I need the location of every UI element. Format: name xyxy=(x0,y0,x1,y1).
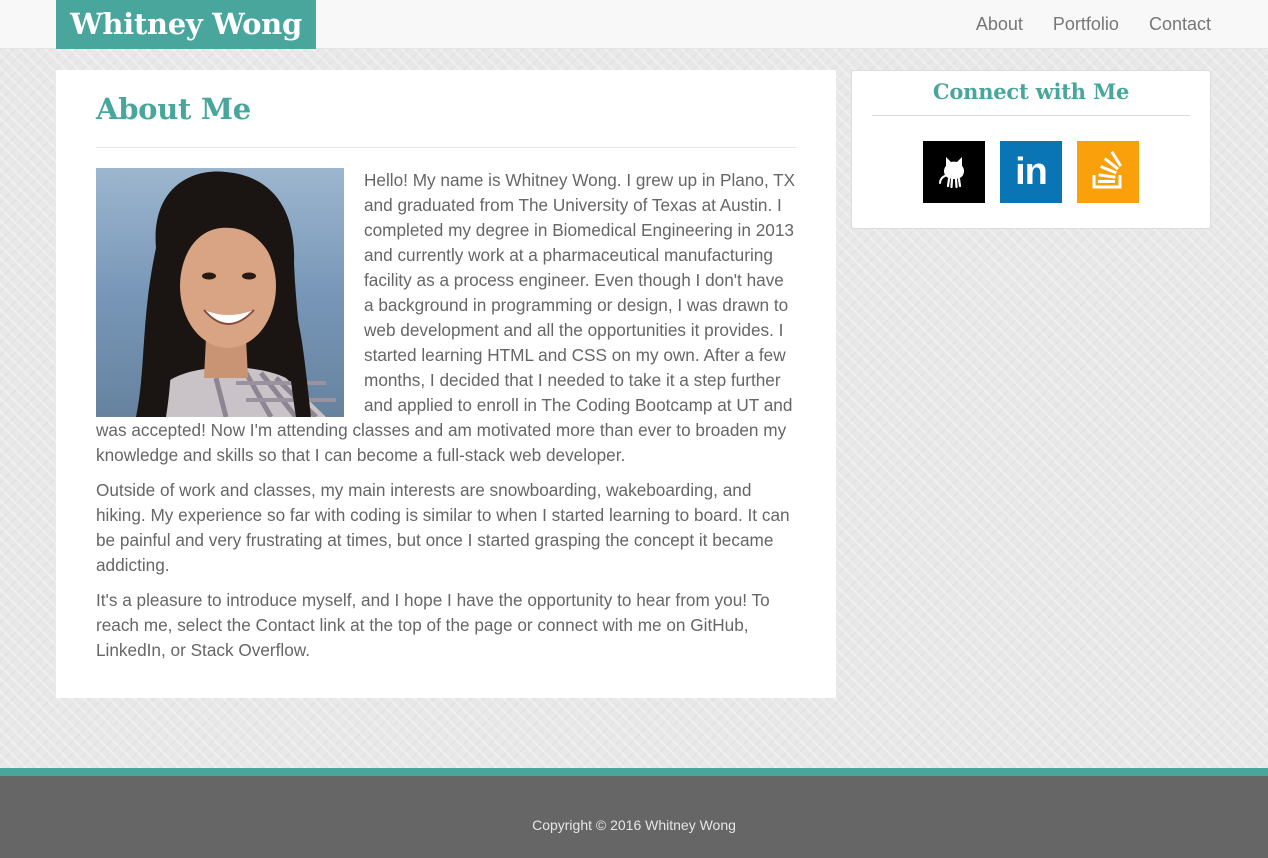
profile-photo xyxy=(96,168,344,417)
social-links: in xyxy=(923,141,1139,203)
about-paragraph-2: Outside of work and classes, my main int… xyxy=(96,480,790,575)
linkedin-link[interactable]: in xyxy=(1000,141,1062,203)
linkedin-icon: in xyxy=(1015,151,1048,193)
page-title: About Me xyxy=(96,92,251,126)
footer: Copyright © 2016 Whitney Wong xyxy=(0,768,1268,858)
connect-panel: Connect with Me in xyxy=(851,70,1211,229)
connect-title: Connect with Me xyxy=(932,79,1130,104)
nav-links: About Portfolio Contact xyxy=(976,0,1211,49)
footer-copyright: Copyright © 2016 Whitney Wong xyxy=(532,817,736,833)
stackoverflow-icon xyxy=(1092,151,1123,189)
nav-link-portfolio[interactable]: Portfolio xyxy=(1053,0,1119,49)
github-link[interactable] xyxy=(923,141,985,203)
navbar: Whitney Wong About Portfolio Contact xyxy=(0,0,1268,49)
about-content: Hello! My name is Whitney Wong. I grew u… xyxy=(96,168,796,673)
nav-link-about[interactable]: About xyxy=(976,0,1023,49)
portrait-illustration xyxy=(96,168,344,417)
divider xyxy=(872,115,1190,116)
github-icon xyxy=(939,157,964,189)
about-panel: About Me Hello! My name is Whitney Wong.… xyxy=(56,70,836,698)
nav-link-contact[interactable]: Contact xyxy=(1149,0,1211,49)
stackoverflow-link[interactable] xyxy=(1077,141,1139,203)
brand-logo-link[interactable]: Whitney Wong xyxy=(56,0,316,49)
divider xyxy=(96,147,796,148)
about-paragraph-3: It's a pleasure to introduce myself, and… xyxy=(96,590,770,660)
